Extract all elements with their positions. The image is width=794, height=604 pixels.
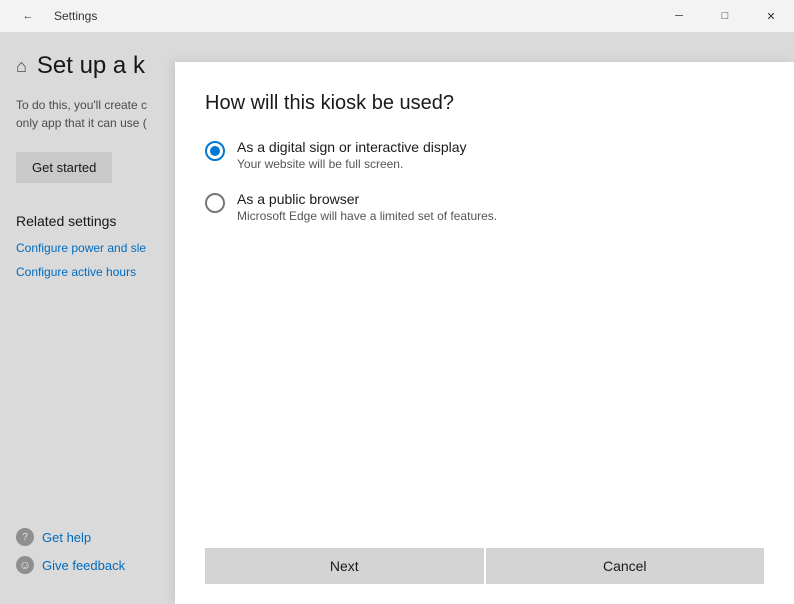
digital-sign-label: As a digital sign or interactive display [237,139,467,155]
minimize-button[interactable]: ─ [656,0,702,32]
content-area: ⌂ Set up a k To do this, you'll create c… [0,32,794,604]
footer-spacer [205,584,764,604]
digital-sign-option[interactable]: As a digital sign or interactive display… [205,139,764,171]
digital-sign-text: As a digital sign or interactive display… [237,139,467,171]
digital-sign-desc: Your website will be full screen. [237,157,467,171]
public-browser-label: As a public browser [237,191,497,207]
public-browser-text: As a public browser Microsoft Edge will … [237,191,497,223]
digital-sign-radio[interactable] [205,141,225,161]
close-button[interactable]: ✕ [748,0,794,32]
dialog-footer: Next Cancel [205,548,764,584]
public-browser-option[interactable]: As a public browser Microsoft Edge will … [205,191,764,223]
public-browser-desc: Microsoft Edge will have a limited set o… [237,209,497,223]
cancel-button[interactable]: Cancel [486,548,765,584]
title-bar-left: ← Settings [12,0,97,32]
window-controls: ─ □ ✕ [656,0,794,32]
maximize-icon: □ [722,10,729,22]
next-button[interactable]: Next [205,548,484,584]
kiosk-options: As a digital sign or interactive display… [205,139,764,518]
back-icon: ← [23,10,34,22]
dialog-title: How will this kiosk be used? [205,92,764,115]
maximize-button[interactable]: □ [702,0,748,32]
public-browser-radio[interactable] [205,193,225,213]
minimize-icon: ─ [675,10,683,22]
title-bar: ← Settings ─ □ ✕ [0,0,794,32]
kiosk-dialog: How will this kiosk be used? As a digita… [175,62,794,604]
app-title: Settings [54,9,97,23]
back-button[interactable]: ← [12,0,44,32]
close-icon: ✕ [766,10,775,23]
